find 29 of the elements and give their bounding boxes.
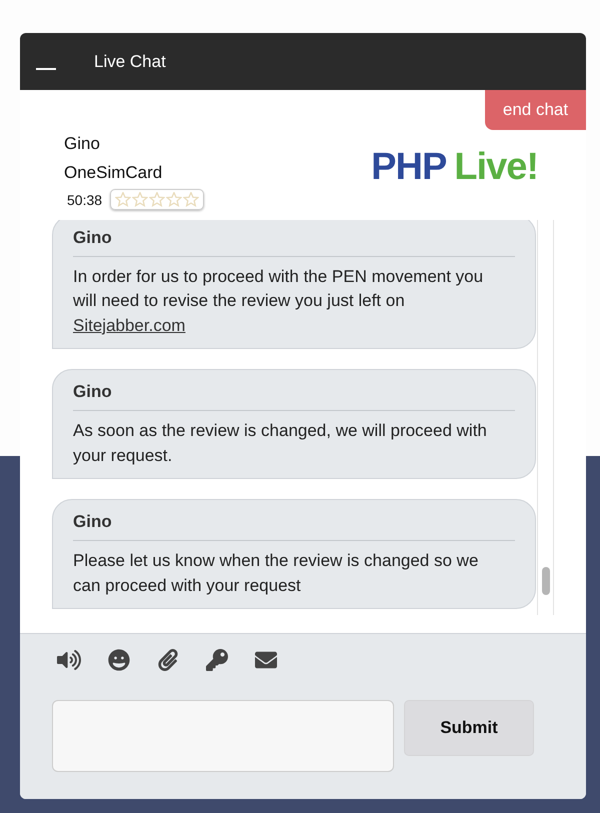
message-link[interactable]: Sitejabber.com [73,316,186,334]
minimize-button[interactable] [36,68,56,70]
scrollbar-thumb[interactable] [542,567,550,595]
message-text: As soon as the review is changed, we will proceed with your request. [73,420,487,466]
scrollbar[interactable] [537,220,554,615]
logo-text: PHP [371,146,446,190]
chat-timer: 50:38 [67,192,102,208]
speaker-icon[interactable] [57,648,81,672]
star-icon[interactable] [166,192,182,207]
company-name: OneSimCard [64,162,164,184]
operator-name: Gino [64,133,101,155]
message-input[interactable] [52,700,394,772]
key-icon[interactable] [206,649,228,671]
smiley-icon[interactable] [108,649,130,671]
message-author: Gino [73,382,515,411]
message-text: Please let us know when the review is changed so we can proceed with your request [73,550,480,596]
message-text: In order for us to proceed with the PEN movement you will need to revise the review you just left on Sitejabber.com [73,266,484,336]
star-icon[interactable] [149,192,166,207]
submit-button[interactable]: Submit [404,700,534,756]
star-rating[interactable] [115,192,200,207]
message-author: Gino [73,228,515,256]
envelope-icon[interactable] [255,649,277,671]
star-icon[interactable] [183,192,200,207]
message-author: Gino [73,512,515,541]
paperclip-icon[interactable] [157,649,179,671]
star-icon[interactable] [115,192,132,207]
logo-text: Live! [454,146,538,190]
star-icon[interactable] [132,192,148,207]
window-title: Live Chat [94,52,166,72]
